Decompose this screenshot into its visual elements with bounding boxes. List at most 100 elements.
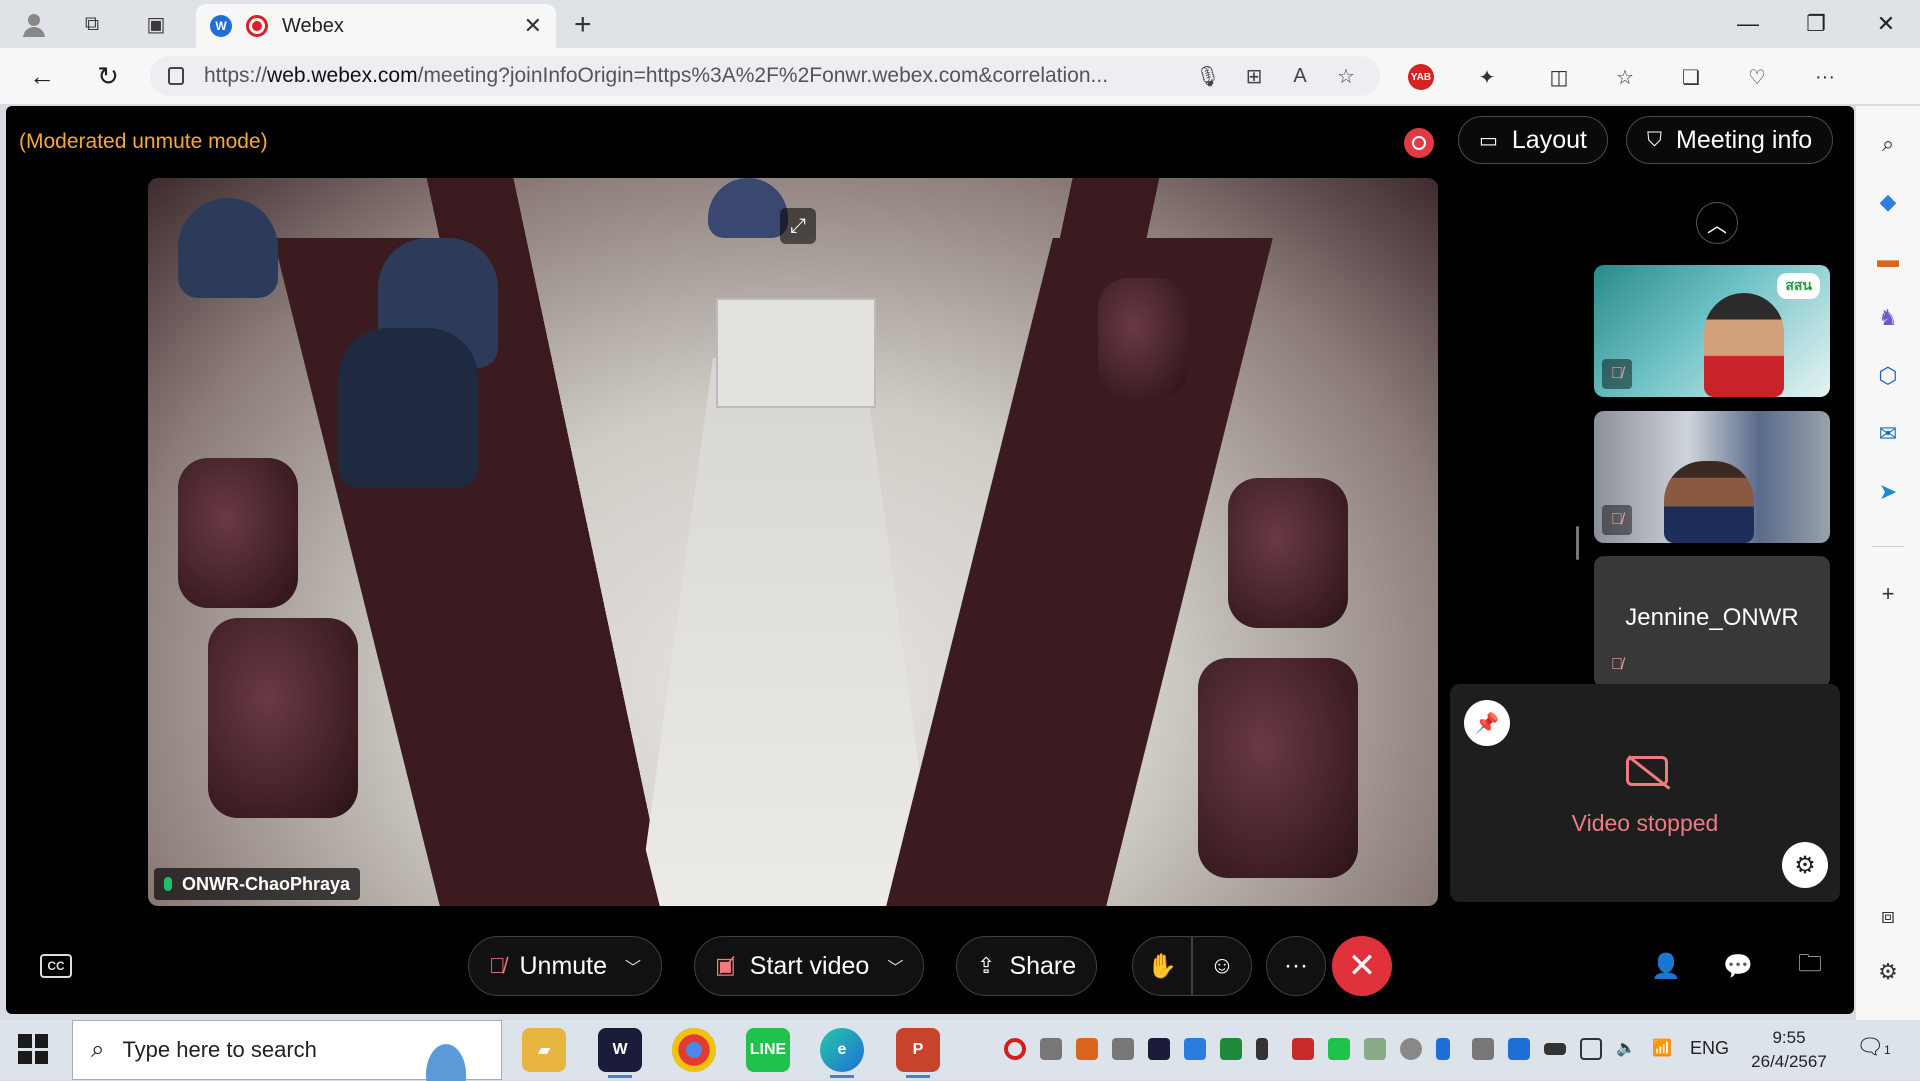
tray-app-icon[interactable]: [1112, 1038, 1134, 1060]
pin-icon[interactable]: 📌: [1464, 700, 1510, 746]
search-highlight-image: [411, 1021, 481, 1081]
language-indicator[interactable]: ENG: [1690, 1038, 1729, 1059]
chevron-down-icon[interactable]: ﹀: [625, 954, 641, 978]
share-button[interactable]: ⇪ Share: [956, 936, 1098, 996]
chat-icon[interactable]: 💬: [1720, 948, 1756, 984]
collections-icon[interactable]: ❏: [1674, 60, 1708, 94]
microsoft365-icon[interactable]: ⬡: [1870, 358, 1906, 394]
windows-start-icon[interactable]: [18, 1034, 48, 1064]
new-tab-button[interactable]: +: [574, 8, 592, 42]
wifi-icon[interactable]: 📶: [1652, 1038, 1674, 1060]
security-tray-icon[interactable]: [1292, 1038, 1314, 1060]
tray-app-icon[interactable]: [1364, 1038, 1386, 1060]
chevron-down-icon[interactable]: ﹀: [887, 954, 903, 978]
favorites-icon[interactable]: ☆: [1608, 60, 1642, 94]
mic-muted-icon: 🎙̸: [489, 953, 506, 978]
collapse-filmstrip-button[interactable]: ︿: [1696, 202, 1738, 244]
line-app-icon[interactable]: LINE: [746, 1028, 790, 1072]
battery-icon[interactable]: [1544, 1043, 1566, 1055]
url-field[interactable]: https://web.webex.com/meeting?joinInfoOr…: [150, 56, 1380, 96]
participants-icon[interactable]: 👤: [1648, 948, 1684, 984]
notification-icon[interactable]: 🗨1: [1856, 1034, 1892, 1066]
shopping-icon[interactable]: ◆: [1870, 184, 1906, 220]
reactions-button[interactable]: ☺: [1192, 936, 1252, 996]
restore-button[interactable]: ❐: [1788, 6, 1844, 42]
volume-icon[interactable]: 🔈: [1616, 1038, 1638, 1060]
expand-icon[interactable]: ⤢: [780, 208, 816, 244]
tab-webex[interactable]: W Webex ✕: [196, 4, 556, 48]
file-explorer-icon[interactable]: ▰: [522, 1028, 566, 1072]
tray-app-icon[interactable]: [1508, 1038, 1530, 1060]
games-icon[interactable]: ♞: [1870, 300, 1906, 336]
video-chair: [178, 458, 298, 608]
taskbar-clock[interactable]: 9:55 26/4/2567: [1744, 1026, 1834, 1074]
vertical-tabs-icon[interactable]: ▣: [140, 8, 172, 40]
taskbar-search-input[interactable]: ⌕ Type here to search: [72, 1020, 502, 1081]
active-speaker-name: ONWR-ChaoPhraya: [182, 873, 351, 894]
refresh-button[interactable]: ↻: [88, 58, 128, 94]
browser-essentials-icon[interactable]: ♡: [1740, 60, 1774, 94]
split-screen-icon[interactable]: ◫: [1542, 60, 1576, 94]
bluetooth-tray-icon[interactable]: [1436, 1038, 1450, 1060]
tools-icon[interactable]: ▬: [1870, 242, 1906, 278]
layout-button[interactable]: ▭ Layout: [1458, 116, 1608, 164]
favorite-star-icon[interactable]: ☆: [1330, 60, 1362, 92]
profile-icon[interactable]: [18, 8, 50, 40]
share-label: Share: [1009, 951, 1077, 980]
add-icon[interactable]: +: [1870, 576, 1906, 612]
yab-extension-icon[interactable]: YAB: [1404, 60, 1438, 94]
opera-tray-icon[interactable]: [1004, 1038, 1026, 1060]
video-chair: [1098, 278, 1188, 398]
participant-thumbnail[interactable]: 🎙̸: [1594, 411, 1830, 543]
settings-icon[interactable]: ⚙: [1870, 954, 1906, 990]
workspaces-icon[interactable]: ⧉: [76, 8, 108, 40]
powerpoint-icon[interactable]: P: [896, 1028, 940, 1078]
video-person: [338, 328, 478, 488]
send-icon[interactable]: ➤: [1870, 474, 1906, 510]
extensions-icon[interactable]: ✦: [1470, 60, 1504, 94]
video-stopped-label: Video stopped: [1571, 810, 1719, 836]
more-options-button[interactable]: ···: [1266, 936, 1326, 996]
minimize-button[interactable]: —: [1720, 6, 1776, 42]
recording-status-icon[interactable]: [1404, 128, 1434, 158]
tray-app-icon[interactable]: [1040, 1038, 1062, 1060]
tray-app-icon[interactable]: [1184, 1038, 1206, 1060]
app-available-icon[interactable]: ⊞: [1238, 60, 1270, 92]
outlook-icon[interactable]: ✉: [1870, 416, 1906, 452]
tray-app-icon[interactable]: [1472, 1038, 1494, 1060]
participant-thumbnail[interactable]: สสน 🎙̸: [1594, 265, 1830, 397]
tray-app-icon[interactable]: [1076, 1038, 1098, 1060]
search-icon[interactable]: ⌕: [1870, 126, 1906, 162]
participant-thumbnail[interactable]: Jennine_ONWR 🎙̸: [1594, 556, 1830, 688]
closed-captions-button[interactable]: CC: [40, 954, 72, 978]
close-tab-icon[interactable]: ✕: [524, 13, 542, 39]
close-window-button[interactable]: ✕: [1858, 6, 1914, 42]
shield-icon: ⛉: [1647, 128, 1662, 151]
moderated-mode-label: (Moderated unmute mode): [19, 130, 268, 153]
line-tray-icon[interactable]: [1328, 1038, 1350, 1060]
files-icon[interactable]: 🗀: [1792, 948, 1828, 984]
back-button[interactable]: ←: [22, 58, 62, 94]
webex-tray-icon[interactable]: [1148, 1038, 1170, 1060]
leave-meeting-button[interactable]: ✕: [1332, 936, 1392, 996]
more-menu-icon[interactable]: ···: [1808, 60, 1842, 94]
meeting-info-button[interactable]: ⛉ Meeting info: [1626, 116, 1834, 164]
resize-handle[interactable]: [1576, 526, 1579, 560]
cloud-tray-icon[interactable]: [1400, 1038, 1422, 1060]
gear-icon[interactable]: ⚙: [1782, 842, 1828, 888]
edge-icon[interactable]: e: [820, 1028, 864, 1078]
start-video-button[interactable]: ▣̸ Start video ﹀: [694, 936, 925, 996]
chrome-icon[interactable]: [672, 1028, 716, 1072]
raise-hand-button[interactable]: ✋: [1132, 936, 1192, 996]
read-aloud-icon[interactable]: A: [1284, 60, 1316, 92]
nvidia-tray-icon[interactable]: [1220, 1038, 1242, 1060]
display-tray-icon[interactable]: [1580, 1038, 1602, 1060]
unmute-button[interactable]: 🎙̸ Unmute ﹀: [468, 936, 663, 996]
unmute-label: Unmute: [519, 951, 608, 980]
webex-app-icon[interactable]: W: [598, 1028, 642, 1078]
microphone-icon[interactable]: 🎙: [1192, 60, 1224, 92]
microphone-tray-icon[interactable]: [1256, 1038, 1268, 1060]
screenshot-icon[interactable]: ⧈: [1870, 898, 1906, 934]
url-text: https://web.webex.com/meeting?joinInfoOr…: [204, 64, 1109, 87]
active-speaker-video[interactable]: ⤢ ONWR-ChaoPhraya: [148, 178, 1438, 906]
